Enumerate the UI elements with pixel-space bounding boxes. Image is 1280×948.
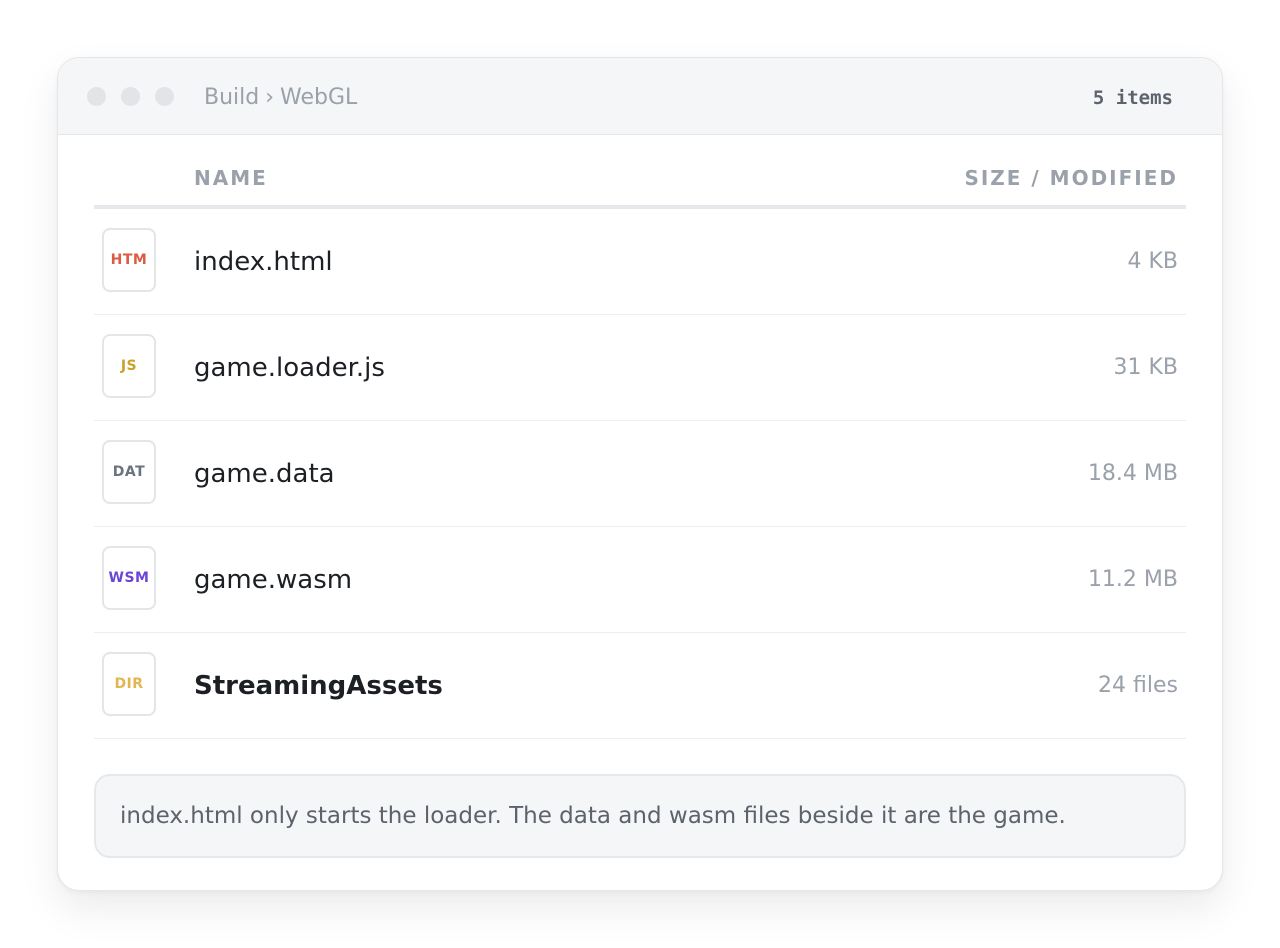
file-row-game-loader-js[interactable]: JS game.loader.js 31 KB: [94, 315, 1186, 421]
js-file-icon: JS: [102, 334, 156, 398]
breadcrumb-separator: ›: [265, 85, 275, 110]
column-header-size[interactable]: SIZE / MODIFIED: [964, 166, 1178, 190]
html-file-icon: HTM: [102, 228, 156, 292]
file-name: game.wasm: [194, 565, 353, 595]
window-close-dot[interactable]: [87, 87, 106, 106]
breadcrumb-item-build[interactable]: Build: [204, 85, 259, 110]
table-header: NAME SIZE / MODIFIED: [94, 162, 1186, 209]
info-note: index.html only starts the loader. The d…: [94, 774, 1186, 858]
file-row-game-wasm[interactable]: WSM game.wasm 11.2 MB: [94, 527, 1186, 633]
file-list: HTM index.html 4 KB JS game.loader.js 31…: [94, 209, 1186, 739]
file-name: game.loader.js: [194, 353, 385, 383]
file-row-index-html[interactable]: HTM index.html 4 KB: [94, 209, 1186, 315]
file-size: 31 KB: [1113, 355, 1178, 380]
file-size: 18.4 MB: [1087, 461, 1178, 486]
folder-name: StreamingAssets: [194, 671, 443, 701]
item-count: 5 items: [1092, 87, 1173, 109]
breadcrumb-item-webgl[interactable]: WebGL: [280, 85, 357, 110]
file-name: index.html: [194, 247, 333, 277]
breadcrumb: Build › WebGL: [204, 83, 357, 113]
file-size: 11.2 MB: [1087, 567, 1178, 592]
file-row-game-data[interactable]: DAT game.data 18.4 MB: [94, 421, 1186, 527]
column-header-name[interactable]: NAME: [194, 166, 268, 190]
file-row-streamingassets[interactable]: DIR StreamingAssets 24 files: [94, 633, 1186, 739]
folder-icon: DIR: [102, 652, 156, 716]
file-browser-window: Build › WebGL 5 items NAME SIZE / MODIFIED…: [57, 57, 1223, 891]
data-file-icon: DAT: [102, 440, 156, 504]
window-maximize-dot[interactable]: [155, 87, 174, 106]
file-name: game.data: [194, 459, 335, 489]
file-count: 24 files: [1098, 673, 1178, 698]
file-size: 4 KB: [1127, 249, 1178, 274]
wasm-file-icon: WSM: [102, 546, 156, 610]
window-minimize-dot[interactable]: [121, 87, 140, 106]
window-titlebar: Build › WebGL 5 items: [58, 58, 1222, 135]
